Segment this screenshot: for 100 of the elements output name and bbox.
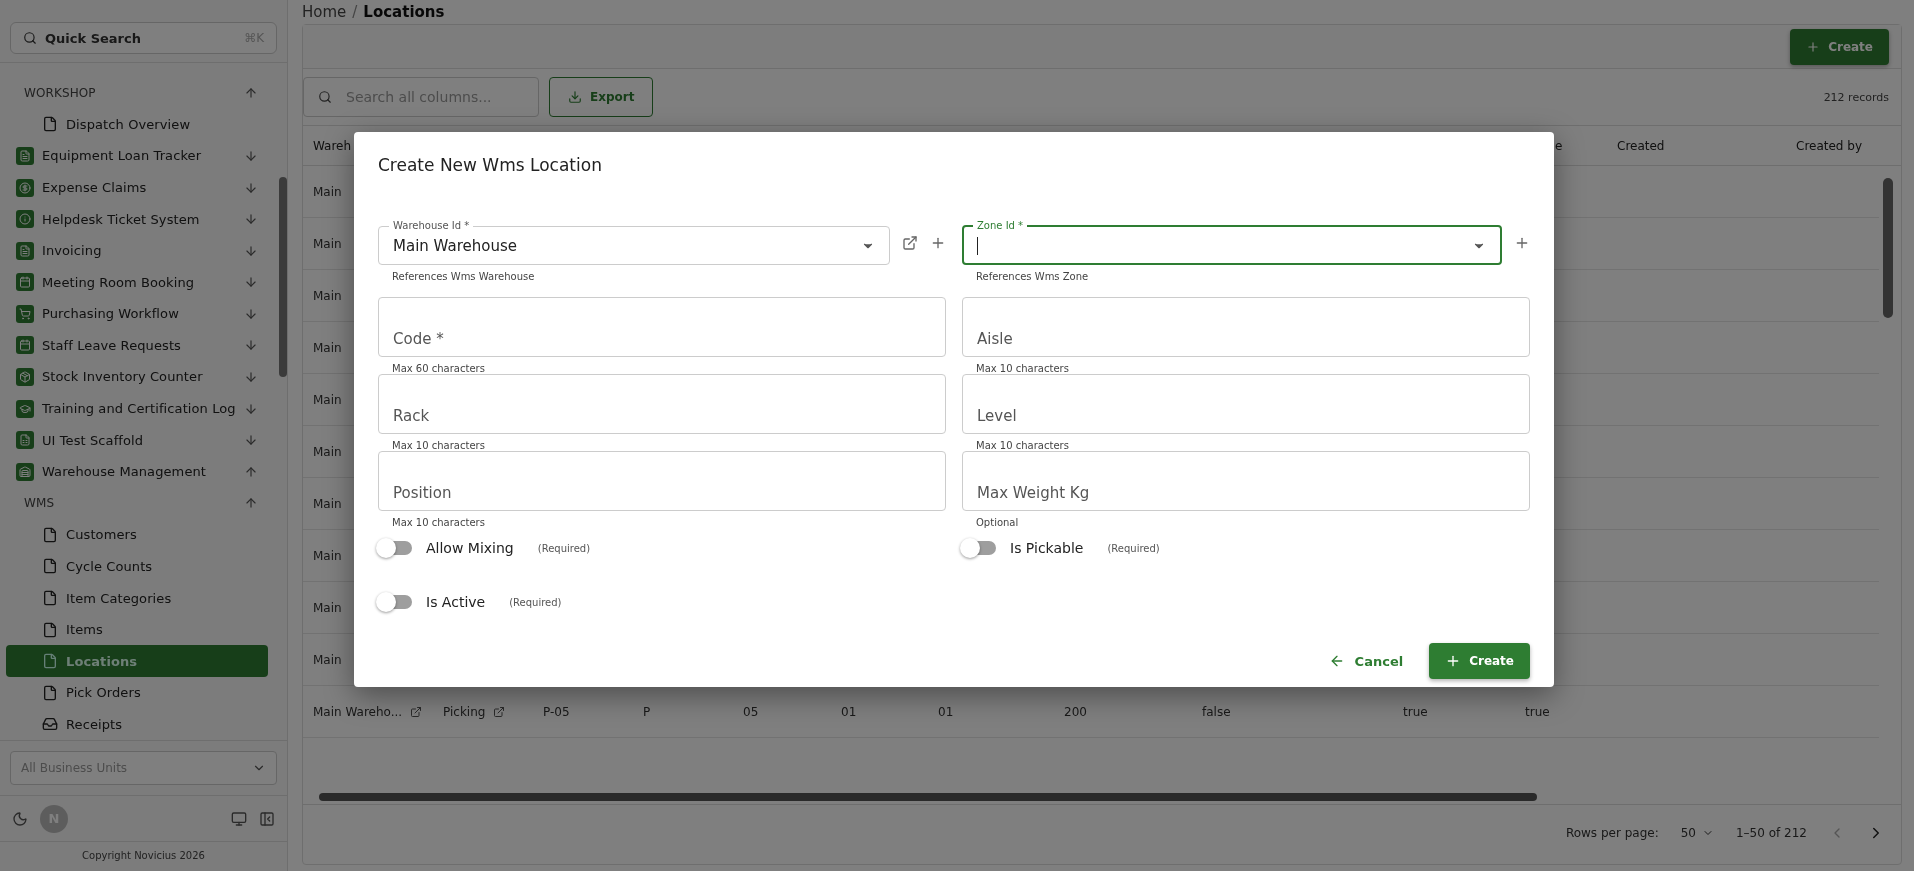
column-header[interactable]: Created — [1617, 138, 1665, 153]
nav-item[interactable]: Meeting Room Booking — [6, 266, 268, 299]
column-header[interactable]: Wareh — [313, 138, 352, 153]
export-button[interactable]: Export — [549, 77, 654, 117]
page-icon — [42, 684, 58, 701]
text-field[interactable]: Max Weight Kg — [962, 451, 1530, 511]
collapse-sidebar-icon[interactable] — [259, 810, 275, 827]
toggle-label: Is Pickable — [1010, 540, 1084, 556]
table-cell: Main — [313, 444, 342, 459]
nav-item[interactable]: Item Categories — [6, 582, 268, 614]
arrow-up-icon — [243, 496, 258, 511]
helper-text: Optional — [975, 516, 1020, 528]
arrow-down-icon — [243, 148, 258, 163]
table-cell: true — [1525, 704, 1550, 719]
dollar-icon — [16, 178, 34, 197]
inbox-icon — [42, 716, 58, 733]
open-link-icon[interactable] — [493, 705, 506, 718]
nav-item[interactable]: Stock Inventory Counter — [6, 361, 268, 393]
page-icon — [42, 621, 58, 638]
nav-item[interactable]: Invoicing — [6, 234, 268, 267]
nav-item[interactable]: Expense Claims — [6, 171, 268, 204]
page-range: 1–50 of 212 — [1736, 825, 1807, 840]
breadcrumb-link[interactable]: Home — [302, 3, 347, 21]
table-cell: Main — [313, 600, 342, 615]
nav-item[interactable]: Items — [6, 613, 268, 646]
text-field[interactable]: Level — [962, 374, 1530, 434]
graduation-cap-icon — [16, 399, 34, 418]
nav-item[interactable]: Equipment Loan Tracker — [6, 140, 268, 172]
column-header[interactable]: Created by — [1796, 138, 1863, 153]
nav-item[interactable]: Training and Certification Log — [6, 392, 268, 425]
helper-text: Max 10 characters — [391, 439, 486, 451]
warehouse-icon — [16, 462, 34, 481]
copyright-text: Copyright Novicius 2026 — [0, 841, 287, 871]
table-cell: 01 — [841, 704, 857, 719]
nav-item[interactable]: Purchasing Workflow — [6, 298, 268, 330]
document-icon — [16, 431, 34, 450]
toggle-label: Is Active — [426, 594, 486, 610]
required-note: (Required) — [509, 596, 562, 608]
table-cell: Main Wareho... — [313, 704, 403, 719]
nav-item[interactable]: Dispatch Overview — [6, 108, 268, 141]
create-button[interactable]: Create — [1790, 28, 1889, 65]
submit-button[interactable]: Create — [1429, 643, 1530, 679]
nav-item[interactable]: Pick Orders — [6, 677, 268, 709]
nav-item[interactable]: Locations — [6, 645, 268, 677]
monitor-icon[interactable] — [231, 810, 247, 827]
moon-icon[interactable] — [12, 810, 28, 827]
cart-icon — [16, 304, 34, 323]
cancel-button[interactable]: Cancel — [1320, 647, 1412, 675]
table-cell: Main — [313, 652, 342, 667]
select-field[interactable]: Zone Id * — [962, 220, 1502, 265]
record-count: 212 records — [1823, 90, 1889, 104]
nav-item[interactable]: Warehouse Management — [6, 455, 268, 488]
plus-icon — [1806, 39, 1821, 54]
page-icon — [42, 653, 58, 670]
nav-item[interactable]: Cycle Counts — [6, 550, 268, 583]
page-icon — [42, 116, 58, 133]
text-field[interactable]: Aisle — [962, 297, 1530, 357]
open-external-icon[interactable] — [902, 234, 918, 251]
text-field[interactable]: Position — [378, 451, 946, 511]
helper-text: Max 10 characters — [975, 362, 1070, 374]
table-cell: 200 — [1064, 704, 1087, 719]
table-cell: P — [643, 704, 651, 719]
breadcrumb-separator: / — [352, 3, 358, 21]
rows-per-page-select[interactable]: 50 — [1680, 825, 1714, 840]
document-icon — [16, 146, 34, 165]
open-link-icon[interactable] — [410, 705, 423, 718]
helper-text: Max 10 characters — [391, 516, 486, 528]
table-cell: Picking — [443, 704, 486, 719]
breadcrumb-current: Locations — [363, 3, 445, 21]
arrow-down-icon — [243, 370, 258, 384]
nav-item[interactable]: Staff Leave Requests — [6, 329, 268, 362]
helper-text: References Wms Zone — [975, 270, 1090, 282]
nav-item[interactable]: Receipts — [6, 708, 268, 740]
search-icon — [318, 90, 332, 104]
table-cell: 05 — [743, 704, 759, 719]
column-header[interactable]: e — [1555, 138, 1563, 153]
required-note: (Required) — [1107, 542, 1160, 554]
nav-item[interactable]: Customers — [6, 519, 268, 551]
nav-section[interactable]: WORKSHOP — [6, 77, 268, 109]
toggle-switch[interactable] — [378, 541, 412, 555]
text-field[interactable]: Code * — [378, 297, 946, 357]
table-cell: Main — [313, 184, 342, 199]
rows-per-page-label: Rows per page: — [1565, 825, 1659, 840]
nav-section[interactable]: WMS — [6, 487, 268, 520]
table-cell: Main — [313, 548, 342, 563]
arrow-down-icon — [243, 338, 258, 353]
nav-item[interactable]: UI Test Scaffold — [6, 424, 268, 456]
table-cell: 01 — [938, 704, 954, 719]
helper-text: Max 60 characters — [391, 362, 486, 374]
select-field[interactable]: Warehouse Id * Main Warehouse — [378, 220, 890, 265]
helper-text: References Wms Warehouse — [391, 270, 536, 282]
arrow-down-icon — [243, 212, 258, 227]
toggle-switch[interactable] — [962, 541, 996, 555]
download-icon — [568, 90, 582, 104]
text-field[interactable]: Rack — [378, 374, 946, 434]
toggle-switch[interactable] — [378, 595, 412, 609]
table-cell: Main — [313, 340, 342, 355]
arrow-down-icon — [243, 243, 258, 258]
table-cell: Main — [313, 236, 342, 251]
nav-item[interactable]: Helpdesk Ticket System — [6, 203, 268, 235]
